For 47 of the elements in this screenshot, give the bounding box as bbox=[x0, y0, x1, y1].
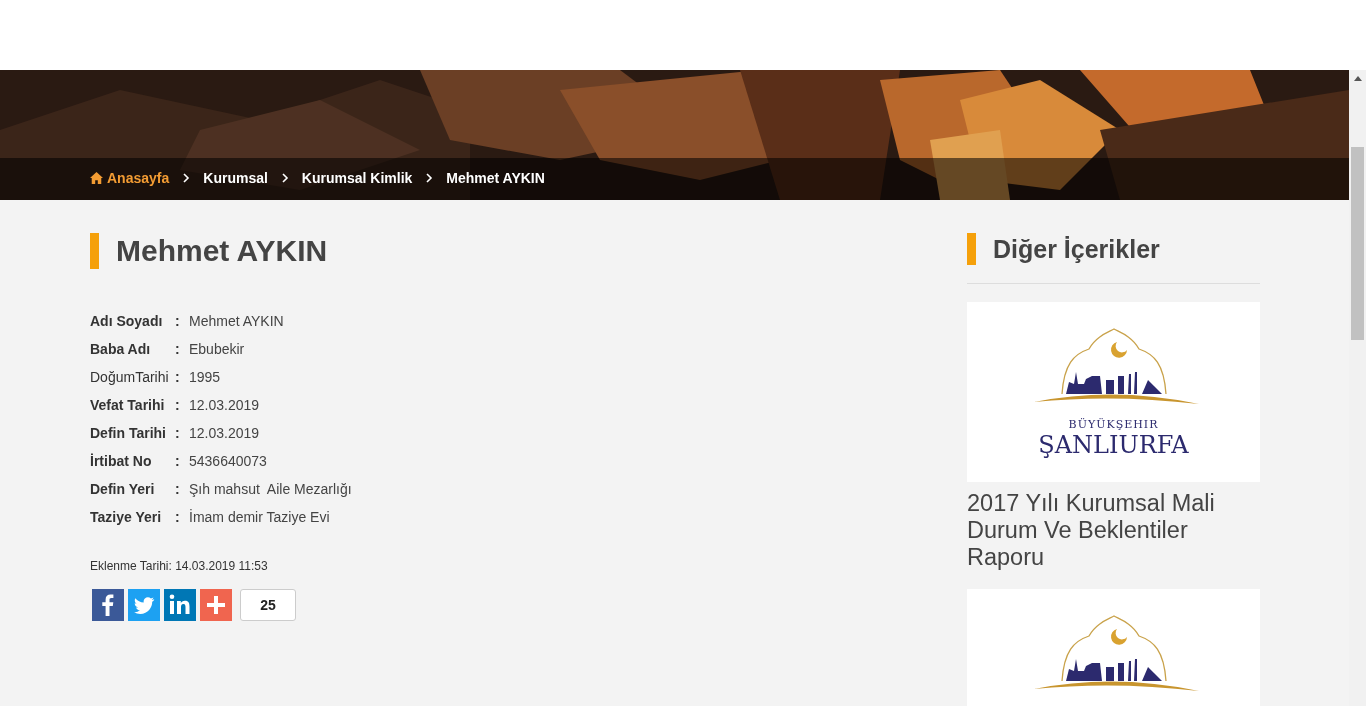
field-value: Ebubekir bbox=[189, 341, 245, 357]
linkedin-share-button[interactable] bbox=[164, 589, 196, 621]
content-link[interactable]: 2017 Yılı Kurumsal Mali Durum Ve Beklentiler Raporu bbox=[967, 490, 1260, 571]
chevron-icon bbox=[280, 173, 289, 183]
colon: : bbox=[175, 509, 181, 525]
colon: : bbox=[175, 453, 181, 469]
breadcrumb-current: Mehmet AYKIN bbox=[446, 170, 545, 186]
field-value: 1995 bbox=[189, 369, 221, 385]
added-date: Eklenme Tarihi: 14.03.2019 11:53 bbox=[90, 559, 269, 573]
share-count: 25 bbox=[240, 589, 296, 621]
scroll-up-icon bbox=[1353, 76, 1362, 81]
field-value: Şıh mahsut Aile Mezarlığı bbox=[189, 481, 352, 497]
breadcrumb-link[interactable]: Kurumsal Kimlik bbox=[301, 170, 413, 186]
twitter-share-button[interactable] bbox=[128, 589, 160, 621]
more-share-button[interactable] bbox=[200, 589, 232, 621]
chevron-icon bbox=[425, 173, 434, 183]
home-icon bbox=[90, 172, 103, 184]
field-value: 12.03.2019 bbox=[189, 397, 260, 413]
chevron-icon bbox=[182, 173, 191, 183]
field-label: Vefat Tarihi bbox=[90, 397, 166, 413]
field-label: Defin Yeri bbox=[90, 481, 156, 497]
colon: : bbox=[175, 369, 181, 385]
field-value: İmam demir Taziye Evi bbox=[189, 509, 330, 525]
field-label: Defin Tarihi bbox=[90, 425, 167, 441]
page-title: Mehmet AYKIN bbox=[90, 233, 967, 269]
section-title: Diğer İçerikler bbox=[967, 233, 1260, 265]
breadcrumb-link[interactable]: Anasayfa bbox=[90, 170, 170, 186]
field-label: Adı Soyadı bbox=[90, 313, 164, 329]
field-value: Mehmet AYKIN bbox=[189, 313, 284, 329]
logo-name: ŞANLIURFA bbox=[1038, 431, 1189, 459]
field-label: İrtibat No bbox=[90, 453, 153, 469]
breadcrumb-link[interactable]: Kurumsal bbox=[203, 170, 268, 186]
field-value: 12.03.2019 bbox=[189, 425, 260, 441]
facebook-share-button[interactable] bbox=[92, 589, 124, 621]
logo-subtitle: BÜYÜKŞEHIR bbox=[1068, 418, 1159, 431]
colon: : bbox=[175, 425, 181, 441]
field-label: Baba Adı bbox=[90, 341, 152, 357]
field-label: Taziye Yeri bbox=[90, 509, 163, 525]
field-value: 5436640073 bbox=[189, 453, 267, 469]
logo-card[interactable]: BÜYÜKŞEHIR ŞANLIURFA bbox=[967, 302, 1260, 482]
colon: : bbox=[175, 313, 181, 329]
colon: : bbox=[175, 341, 181, 357]
colon: : bbox=[175, 397, 181, 413]
field-label: DoğumTarihi bbox=[90, 369, 170, 385]
logo-card[interactable] bbox=[967, 589, 1260, 706]
scroll-thumb[interactable] bbox=[1351, 147, 1364, 340]
colon: : bbox=[175, 481, 181, 497]
